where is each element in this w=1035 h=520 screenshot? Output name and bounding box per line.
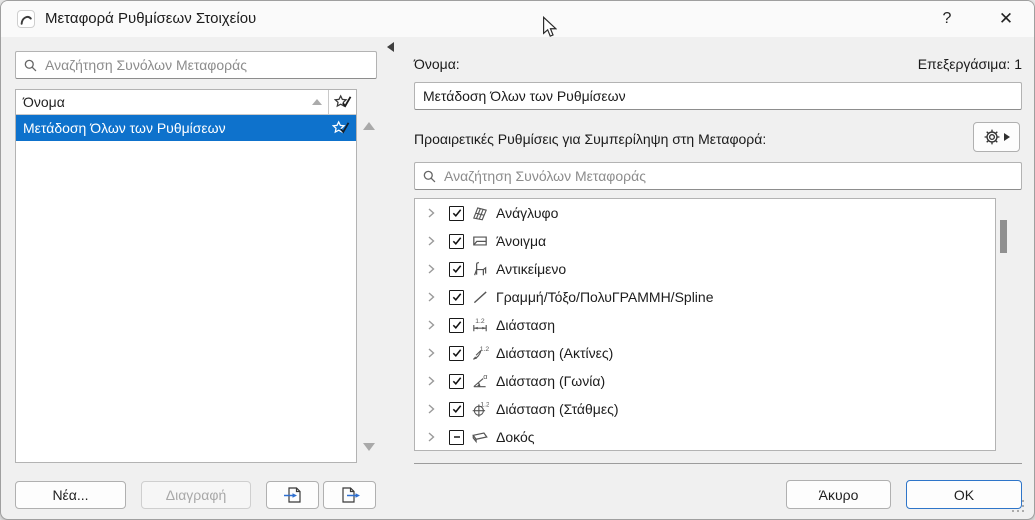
- delete-transfer-set-button[interactable]: Διαγραφή: [141, 481, 251, 509]
- expand-chevron-icon[interactable]: [423, 429, 439, 445]
- tree-item-label: Διάσταση (Γωνία): [496, 373, 606, 389]
- tree-item-checkbox[interactable]: [449, 317, 464, 333]
- ok-button[interactable]: OK: [906, 480, 1022, 509]
- tree-row[interactable]: 1.2 Διάσταση (Ακτίνες): [415, 339, 995, 367]
- export-icon: [341, 487, 360, 503]
- tree-row[interactable]: Γραμμή/Τόξο/ΠολυΓΡΑΜΜΗ/Spline: [415, 283, 995, 311]
- svg-text:1.2: 1.2: [480, 346, 489, 353]
- mesh-icon: [471, 204, 489, 222]
- tree-row[interactable]: Ανάγλυφο: [415, 199, 995, 227]
- tree-item-label: Διάσταση (Στάθμες): [496, 401, 619, 417]
- radial-dimension-icon: 1.2: [471, 344, 489, 362]
- import-icon: [283, 487, 301, 503]
- favorite-icon[interactable]: [326, 120, 356, 136]
- svg-text:1.2: 1.2: [475, 318, 485, 325]
- settings-search-input[interactable]: [415, 163, 1021, 189]
- transfer-sets-list: Όνομα Μετάδοση Όλων των Ρυθμίσεων: [15, 89, 357, 463]
- optional-settings-label: Προαιρετικές Ρυθμίσεις για Συμπερίληψη σ…: [414, 131, 767, 147]
- tree-item-label: Δοκός: [496, 429, 535, 445]
- export-transfer-set-button[interactable]: [323, 481, 376, 509]
- gear-icon: [984, 129, 1000, 145]
- transfer-set-name-input[interactable]: [414, 82, 1022, 110]
- tree-row[interactable]: 1.2 Διάσταση: [415, 311, 995, 339]
- tree-row[interactable]: Αντικείμενο: [415, 255, 995, 283]
- tree-item-checkbox[interactable]: [449, 345, 464, 361]
- expand-chevron-icon[interactable]: [423, 205, 439, 221]
- footer-divider: [414, 463, 1022, 464]
- tree-item-label: Ανάγλυφο: [496, 205, 559, 221]
- column-header-name[interactable]: Όνομα: [16, 94, 312, 110]
- beam-icon: [471, 428, 489, 446]
- tree-item-checkbox[interactable]: [449, 233, 464, 249]
- expand-chevron-icon[interactable]: [423, 233, 439, 249]
- transfer-set-row[interactable]: Μετάδοση Όλων των Ρυθμίσεων: [16, 115, 356, 141]
- tree-item-checkbox[interactable]: [449, 401, 464, 417]
- settings-search: [414, 162, 1022, 190]
- expand-chevron-icon[interactable]: [423, 401, 439, 417]
- sort-ascending-icon: [312, 99, 322, 105]
- tree-item-checkbox[interactable]: [449, 205, 464, 221]
- name-label: Όνομα:: [414, 56, 460, 72]
- close-button[interactable]: ✕: [989, 1, 1023, 37]
- line-icon: [471, 288, 489, 306]
- expand-chevron-icon[interactable]: [423, 317, 439, 333]
- expand-chevron-icon[interactable]: [423, 373, 439, 389]
- expand-chevron-icon[interactable]: [423, 261, 439, 277]
- expand-chevron-icon[interactable]: [423, 289, 439, 305]
- help-button[interactable]: ?: [933, 1, 961, 37]
- transfer-set-search-input[interactable]: [16, 52, 376, 78]
- transfer-set-search: [15, 51, 377, 79]
- archicad-logo-icon: [17, 10, 35, 28]
- tree-item-checkbox[interactable]: [449, 429, 464, 445]
- angle-dimension-icon: α: [471, 372, 489, 390]
- tree-item-label: Γραμμή/Τόξο/ΠολυΓΡΑΜΜΗ/Spline: [496, 289, 714, 305]
- window-title: Μεταφορά Ρυθμίσεων Στοιχείου: [45, 10, 257, 27]
- import-transfer-set-button[interactable]: [266, 481, 319, 509]
- list-header-row[interactable]: Όνομα: [16, 90, 356, 115]
- tree-item-label: Διάσταση (Ακτίνες): [496, 345, 614, 361]
- flyout-arrow-icon: [1004, 133, 1010, 141]
- svg-text:α: α: [483, 372, 488, 381]
- tree-item-checkbox[interactable]: [449, 373, 464, 389]
- favorite-column-icon[interactable]: [328, 90, 356, 114]
- tree-item-label: Άνοιγμα: [496, 233, 547, 249]
- dimension-icon: 1.2: [471, 316, 489, 334]
- resize-grip[interactable]: [1012, 500, 1026, 514]
- level-dimension-icon: 1.2: [471, 400, 490, 418]
- cancel-button[interactable]: Άκυρο: [786, 480, 891, 509]
- tree-item-checkbox[interactable]: [449, 261, 464, 277]
- scroll-down-icon[interactable]: [363, 443, 375, 451]
- collapse-panel-icon[interactable]: [387, 42, 394, 52]
- opening-icon: [471, 232, 489, 250]
- tree-row[interactable]: α Διάσταση (Γωνία): [415, 367, 995, 395]
- object-icon: [471, 260, 489, 278]
- transfer-set-name: Μετάδοση Όλων των Ρυθμίσεων: [23, 120, 226, 136]
- tree-scrollbar[interactable]: [1000, 220, 1007, 253]
- expand-chevron-icon[interactable]: [423, 345, 439, 361]
- tree-row[interactable]: 1.2 Διάσταση (Στάθμες): [415, 395, 995, 423]
- titlebar[interactable]: Μεταφορά Ρυθμίσεων Στοιχείου ? ✕: [1, 1, 1034, 37]
- tree-row[interactable]: Δοκός: [415, 423, 995, 450]
- tree-row[interactable]: Άνοιγμα: [415, 227, 995, 255]
- transfer-element-settings-dialog: Μεταφορά Ρυθμίσεων Στοιχείου ? ✕ Όνομα Μ…: [0, 0, 1035, 520]
- tree-item-label: Διάσταση: [496, 317, 556, 333]
- settings-menu-button[interactable]: [973, 122, 1020, 152]
- new-transfer-set-button[interactable]: Νέα...: [15, 481, 126, 509]
- editable-count-label: Επεξεργάσιμα: 1: [917, 56, 1022, 72]
- tree-item-label: Αντικείμενο: [496, 261, 567, 277]
- settings-tree: Ανάγλυφο Άνοιγμα Αντικείμενο Γραμμή/Τόξο…: [414, 198, 996, 451]
- svg-text:1.2: 1.2: [480, 402, 489, 409]
- scroll-up-icon[interactable]: [363, 122, 375, 130]
- tree-item-checkbox[interactable]: [449, 289, 464, 305]
